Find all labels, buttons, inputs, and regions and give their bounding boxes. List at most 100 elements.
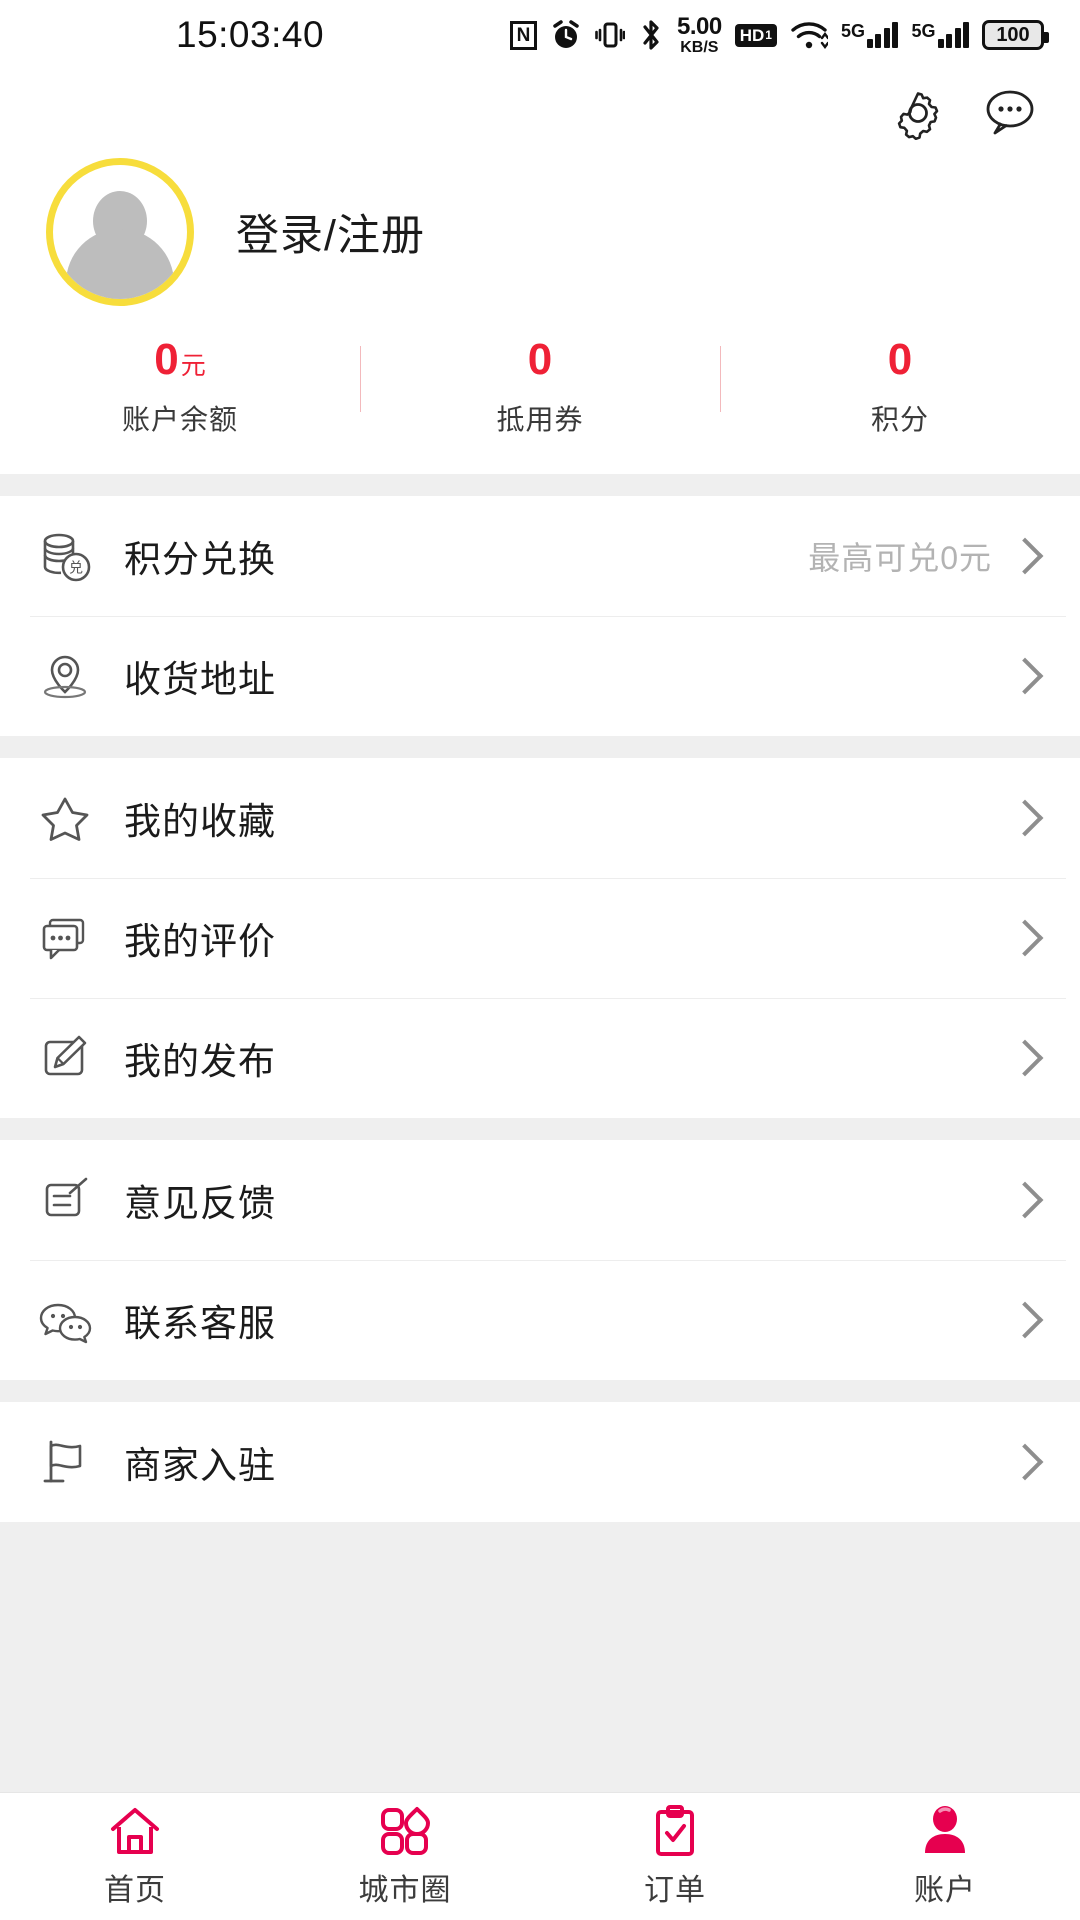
city-circle-icon: [379, 1805, 431, 1857]
flag-icon: [30, 1427, 100, 1497]
menu-group-4: 商家入驻: [0, 1402, 1080, 1522]
sim1-signal-bars: [867, 22, 899, 48]
menu-contact-support[interactable]: 联系客服: [0, 1260, 1080, 1380]
stat-balance-unit: 元: [181, 354, 206, 379]
menu-merchant-join[interactable]: 商家入驻: [0, 1402, 1080, 1522]
nfc-icon: N: [510, 21, 537, 50]
home-icon: [108, 1805, 162, 1857]
battery-level: 100: [996, 25, 1029, 45]
points-exchange-icon: 兑: [30, 521, 100, 591]
status-bar: 15:03:40 N: [0, 0, 1080, 70]
chevron-right-icon: [1007, 1302, 1044, 1339]
nav-label: 首页: [104, 1865, 166, 1909]
header-action-bar: [0, 70, 1080, 148]
stat-voucher[interactable]: 0 抵用券: [360, 338, 720, 438]
svg-text:兑: 兑: [69, 560, 83, 576]
profile-login-row[interactable]: 登录/注册: [0, 148, 1080, 334]
nfc-label: N: [517, 26, 531, 45]
app-screen: 15:03:40 N: [0, 0, 1080, 1920]
chevron-right-icon: [1007, 920, 1044, 957]
menu-label: 收货地址: [124, 649, 276, 703]
nav-city-circle[interactable]: 城市圈: [270, 1793, 540, 1920]
stat-balance[interactable]: 0元 账户余额: [0, 338, 360, 438]
stat-points-label: 积分: [871, 398, 929, 438]
signal-icon: 5G: [911, 22, 969, 48]
menu-my-reviews[interactable]: 我的评价: [0, 878, 1080, 998]
pencil-note-icon: [30, 1023, 100, 1093]
network-speed-icon: 5.00 KB/S: [677, 15, 722, 56]
menu-points-exchange[interactable]: 兑 积分兑换 最高可兑0元: [0, 496, 1080, 616]
sim2-signal-bars: [938, 22, 970, 48]
nav-account[interactable]: 账户: [810, 1793, 1080, 1920]
menu-group-3: 意见反馈 联系客服: [0, 1140, 1080, 1380]
group-separator: [0, 736, 1080, 758]
menu-label: 我的发布: [124, 1031, 276, 1085]
menu-label: 联系客服: [124, 1293, 276, 1347]
stats-row: 0元 账户余额 0 抵用券 0 积分: [0, 334, 1080, 474]
chevron-right-icon: [1007, 538, 1044, 575]
stat-points[interactable]: 0 积分: [720, 338, 1080, 438]
alarm-icon: [550, 19, 582, 51]
menu-label: 商家入驻: [124, 1435, 276, 1489]
stat-points-value-wrap: 0: [888, 338, 912, 382]
star-icon: [30, 783, 100, 853]
person-icon: [920, 1805, 970, 1857]
volte-hd-icon: HD1: [735, 24, 777, 47]
sim1-network-label: 5G: [841, 22, 865, 40]
bluetooth-icon: [638, 18, 664, 52]
login-register-label[interactable]: 登录/注册: [236, 201, 425, 263]
group-separator: [0, 474, 1080, 496]
nav-label: 订单: [644, 1865, 706, 1909]
nav-home[interactable]: 首页: [0, 1793, 270, 1920]
stat-points-value: 0: [888, 338, 912, 382]
menu-label: 意见反馈: [124, 1173, 276, 1227]
messages-button[interactable]: [982, 85, 1038, 141]
menu-label: 积分兑换: [124, 529, 276, 583]
group-separator: [0, 1118, 1080, 1140]
status-icon-tray: N 5.00: [510, 15, 1044, 56]
chevron-right-icon: [1007, 658, 1044, 695]
menu-shipping-address[interactable]: 收货地址: [0, 616, 1080, 736]
network-speed-unit: KB/S: [680, 40, 718, 56]
group-separator: [0, 1380, 1080, 1402]
stat-voucher-value: 0: [528, 338, 552, 382]
menu-label: 我的评价: [124, 911, 276, 965]
stat-voucher-value-wrap: 0: [528, 338, 552, 382]
points-exchange-hint: 最高可兑0元: [808, 533, 992, 579]
chevron-right-icon: [1007, 1182, 1044, 1219]
menu-my-posts[interactable]: 我的发布: [0, 998, 1080, 1118]
chevron-right-icon: [1007, 1040, 1044, 1077]
hd-label: HD: [740, 27, 765, 44]
menu-my-favorites[interactable]: 我的收藏: [0, 758, 1080, 878]
profile-header: 登录/注册: [0, 70, 1080, 334]
vibrate-icon: [595, 19, 625, 51]
avatar[interactable]: [46, 158, 194, 306]
stat-voucher-label: 抵用券: [496, 398, 583, 438]
menu-label: 我的收藏: [124, 791, 276, 845]
settings-button[interactable]: [890, 85, 946, 141]
battery-icon: 100: [982, 20, 1044, 50]
menu-group-2: 我的收藏 我的评价: [0, 758, 1080, 1118]
stat-balance-value: 0: [154, 338, 178, 382]
stat-balance-value-wrap: 0元: [154, 338, 206, 382]
chat-bubble-icon: [982, 87, 1038, 139]
sim2-network-label: 5G: [911, 22, 935, 40]
clipboard-check-icon: [652, 1805, 698, 1857]
gear-icon: [891, 86, 945, 140]
wifi-icon: [790, 19, 828, 51]
nav-orders[interactable]: 订单: [540, 1793, 810, 1920]
chevron-right-icon: [1007, 1444, 1044, 1481]
chevron-right-icon: [1007, 800, 1044, 837]
avatar-placeholder-body: [66, 229, 174, 306]
comment-icon: [30, 903, 100, 973]
network-speed-value: 5.00: [677, 15, 722, 39]
hd-sup: 1: [765, 29, 772, 41]
nav-label: 城市圈: [359, 1865, 452, 1909]
menu-group-1: 兑 积分兑换 最高可兑0元 收货地址: [0, 496, 1080, 736]
location-pin-icon: [30, 641, 100, 711]
bottom-navigation: 首页 城市圈 订单: [0, 1792, 1080, 1920]
signal-icon: 5G: [841, 22, 899, 48]
feedback-icon: [30, 1165, 100, 1235]
menu-feedback[interactable]: 意见反馈: [0, 1140, 1080, 1260]
content-spacer: [0, 1522, 1080, 1792]
